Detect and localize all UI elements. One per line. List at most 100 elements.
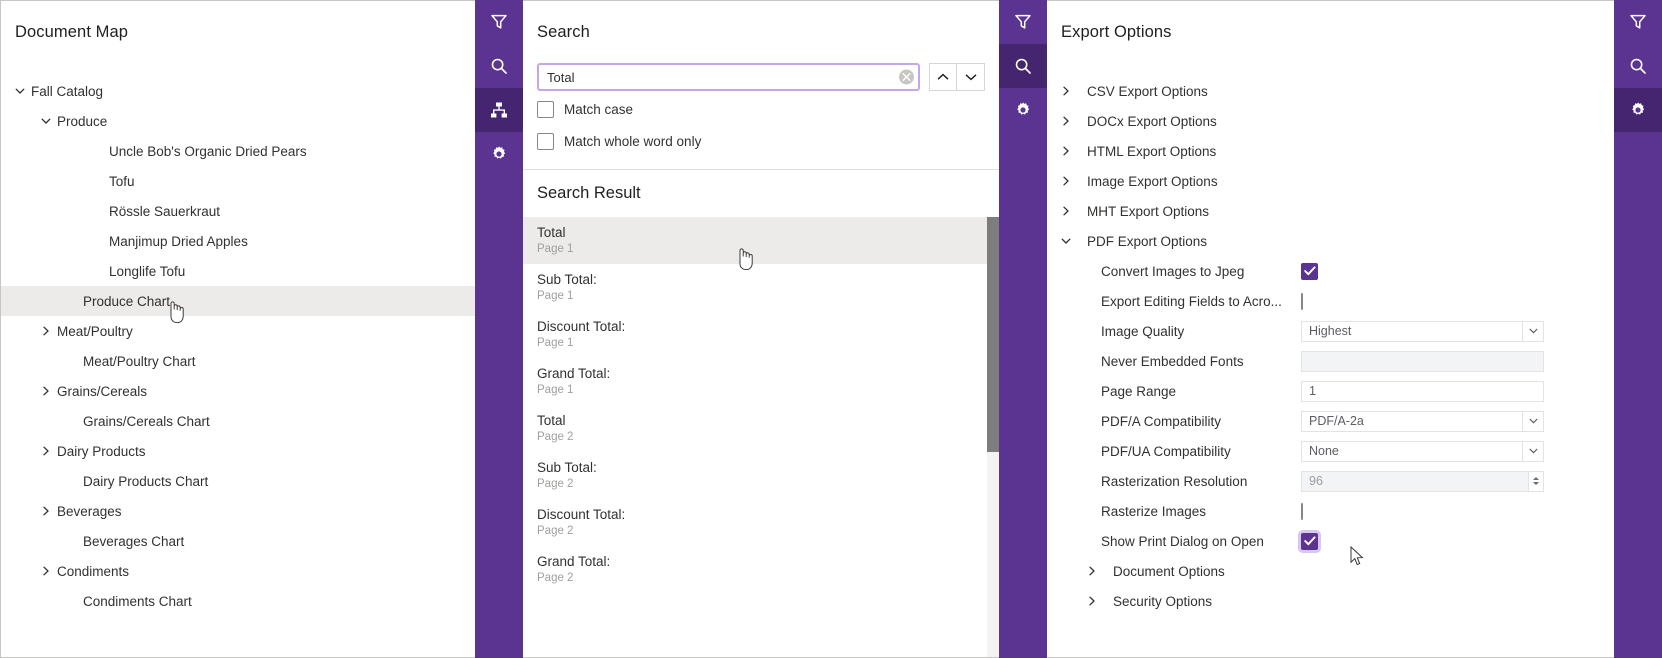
export-subgroup-document-options[interactable]: Document Options xyxy=(1047,556,1614,586)
tree-item-longlife-tofu[interactable]: Longlife Tofu xyxy=(1,256,475,286)
dropdown-image-quality[interactable]: Highest xyxy=(1301,321,1544,342)
right-rail-filter-button[interactable] xyxy=(1614,0,1662,44)
spinner-down-icon[interactable] xyxy=(1533,482,1539,485)
left-rail-search-button[interactable] xyxy=(475,44,523,88)
tree-item-label: Produce xyxy=(57,114,107,129)
tree-item-tofu[interactable]: Tofu xyxy=(1,166,475,196)
input-never-embedded-fonts[interactable] xyxy=(1301,351,1544,372)
export-group-mht-export-options[interactable]: MHT Export Options xyxy=(1047,196,1614,226)
gear-icon xyxy=(490,145,508,163)
tree-item-beverages-chart[interactable]: Beverages Chart xyxy=(1,526,475,556)
gear-icon xyxy=(1014,101,1032,119)
tree-item-fall-catalog[interactable]: Fall Catalog xyxy=(1,76,475,106)
export-row-label: Never Embedded Fonts xyxy=(1101,354,1301,369)
gear-icon xyxy=(1629,101,1647,119)
checkbox-show-print-dialog-on-open[interactable] xyxy=(1301,533,1318,550)
search-result-item[interactable]: Discount Total:Page 2 xyxy=(523,499,999,546)
search-result-page: Page 2 xyxy=(537,572,985,584)
search-results-scroll-thumb[interactable] xyxy=(987,217,999,452)
search-result-item[interactable]: TotalPage 1 xyxy=(523,217,999,264)
chevron-right-icon[interactable] xyxy=(35,326,57,336)
left-rail-filter-button[interactable] xyxy=(475,0,523,44)
tree-item-meat-poultry[interactable]: Meat/Poultry xyxy=(1,316,475,346)
tree-item-meat-poultry-chart[interactable]: Meat/Poultry Chart xyxy=(1,346,475,376)
tree-item-label: Beverages xyxy=(57,504,122,519)
match-whole-word-row[interactable]: Match whole word only xyxy=(523,128,999,155)
match-case-row[interactable]: Match case xyxy=(523,96,999,123)
tree-item-condiments[interactable]: Condiments xyxy=(1,556,475,586)
tree-item-uncle-bob-s-organic-dried-pears[interactable]: Uncle Bob's Organic Dried Pears xyxy=(1,136,475,166)
search-result-page: Page 1 xyxy=(537,290,985,302)
search-results-scrollbar[interactable] xyxy=(987,217,999,658)
search-results-list: TotalPage 1Sub Total:Page 1Discount Tota… xyxy=(523,217,999,658)
chevron-right-icon[interactable] xyxy=(35,386,57,396)
left-rail-document-map-button[interactable] xyxy=(475,88,523,132)
search-result-item[interactable]: Grand Total:Page 2 xyxy=(523,546,999,593)
chevron-right-icon[interactable] xyxy=(1061,116,1087,126)
chevron-right-icon[interactable] xyxy=(1061,146,1087,156)
chevron-down-icon xyxy=(965,73,977,81)
search-result-item[interactable]: Discount Total:Page 1 xyxy=(523,311,999,358)
export-group-image-export-options[interactable]: Image Export Options xyxy=(1047,166,1614,196)
dropdown-pdf-ua-compatibility[interactable]: None xyxy=(1301,441,1544,462)
export-row-control xyxy=(1301,533,1318,550)
chevron-right-icon[interactable] xyxy=(35,566,57,576)
tree-item-r-ssle-sauerkraut[interactable]: Rössle Sauerkraut xyxy=(1,196,475,226)
tree-item-beverages[interactable]: Beverages xyxy=(1,496,475,526)
chevron-right-icon[interactable] xyxy=(1087,566,1113,576)
dropdown-pdf-a-compatibility[interactable]: PDF/A-2a xyxy=(1301,411,1544,432)
search-prev-button[interactable] xyxy=(929,63,957,91)
tree-item-condiments-chart[interactable]: Condiments Chart xyxy=(1,586,475,616)
tree-item-label: Meat/Poultry Chart xyxy=(83,354,196,369)
tree-item-label: Produce Chart xyxy=(83,294,170,309)
export-row-label: PDF/A Compatibility xyxy=(1101,414,1301,429)
export-group-html-export-options[interactable]: HTML Export Options xyxy=(1047,136,1614,166)
input-page-range[interactable]: 1 xyxy=(1301,381,1544,402)
spinner-stepper[interactable] xyxy=(1529,471,1544,492)
export-group-csv-export-options[interactable]: CSV Export Options xyxy=(1047,76,1614,106)
search-result-item[interactable]: Grand Total:Page 1 xyxy=(523,358,999,405)
export-group-pdf-export-options[interactable]: PDF Export Options xyxy=(1047,226,1614,256)
search-result-item[interactable]: TotalPage 2 xyxy=(523,405,999,452)
match-case-checkbox[interactable] xyxy=(537,101,554,118)
chevron-down-icon[interactable] xyxy=(1523,321,1544,342)
right-rail-search-button[interactable] xyxy=(1614,44,1662,88)
search-input[interactable] xyxy=(537,63,920,91)
middle-rail-filter-button[interactable] xyxy=(999,0,1047,44)
checkbox-rasterize-images[interactable] xyxy=(1301,503,1303,520)
tree-item-grains-cereals-chart[interactable]: Grains/Cereals Chart xyxy=(1,406,475,436)
chevron-down-icon[interactable] xyxy=(35,116,57,126)
spinner-rasterization-resolution[interactable]: 96 xyxy=(1301,471,1544,492)
chevron-right-icon[interactable] xyxy=(1087,596,1113,606)
tree-item-manjimup-dried-apples[interactable]: Manjimup Dried Apples xyxy=(1,226,475,256)
tree-item-produce[interactable]: Produce xyxy=(1,106,475,136)
export-group-docx-export-options[interactable]: DOCx Export Options xyxy=(1047,106,1614,136)
chevron-right-icon[interactable] xyxy=(1061,206,1087,216)
chevron-down-icon[interactable] xyxy=(9,86,31,96)
search-result-item[interactable]: Sub Total:Page 1 xyxy=(523,264,999,311)
chevron-right-icon[interactable] xyxy=(1061,176,1087,186)
tree-item-dairy-products[interactable]: Dairy Products xyxy=(1,436,475,466)
middle-rail-gear-button[interactable] xyxy=(999,88,1047,132)
export-subgroup-security-options[interactable]: Security Options xyxy=(1047,586,1614,616)
middle-rail-search-button[interactable] xyxy=(999,44,1047,88)
match-whole-word-checkbox[interactable] xyxy=(537,133,554,150)
tree-item-produce-chart[interactable]: Produce Chart xyxy=(1,286,475,316)
chevron-right-icon[interactable] xyxy=(1061,86,1087,96)
chevron-right-icon[interactable] xyxy=(35,446,57,456)
chevron-right-icon[interactable] xyxy=(35,506,57,516)
clear-search-icon[interactable] xyxy=(899,70,914,85)
checkbox-export-editing-fields-to-acro[interactable] xyxy=(1301,293,1303,310)
export-subgroup-label: Document Options xyxy=(1113,564,1225,579)
tree-item-dairy-products-chart[interactable]: Dairy Products Chart xyxy=(1,466,475,496)
left-rail-gear-button[interactable] xyxy=(475,132,523,176)
right-rail-gear-button[interactable] xyxy=(1614,88,1662,132)
chevron-down-icon[interactable] xyxy=(1061,236,1087,246)
search-next-button[interactable] xyxy=(957,63,985,91)
tree-item-grains-cereals[interactable]: Grains/Cereals xyxy=(1,376,475,406)
search-result-item[interactable]: Sub Total:Page 2 xyxy=(523,452,999,499)
spinner-up-icon[interactable] xyxy=(1533,477,1539,480)
checkbox-convert-images-to-jpeg[interactable] xyxy=(1301,263,1318,280)
chevron-down-icon[interactable] xyxy=(1523,441,1544,462)
chevron-down-icon[interactable] xyxy=(1523,411,1544,432)
